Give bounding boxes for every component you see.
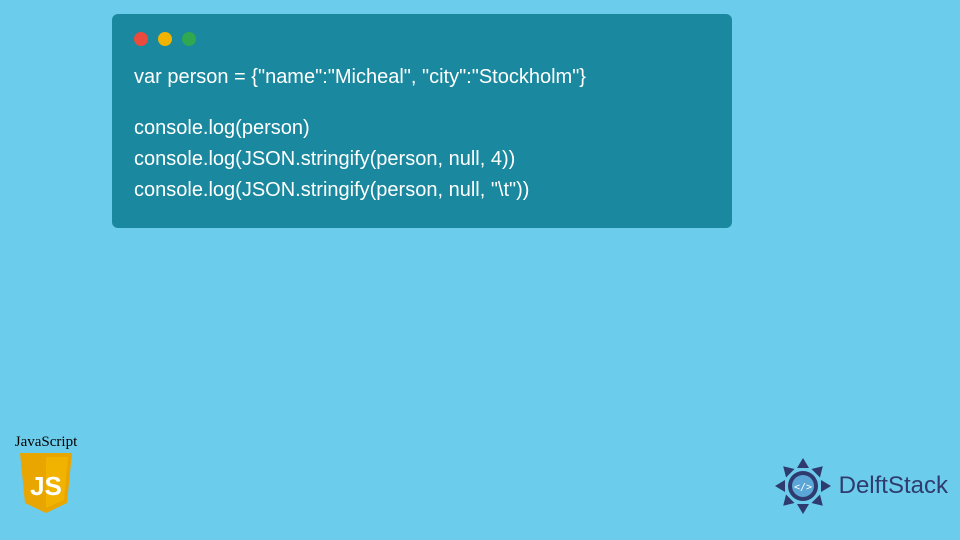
brand-name: DelftStack — [839, 472, 948, 500]
code-line: console.log(JSON.stringify(person, null,… — [134, 175, 710, 206]
window-traffic-lights — [134, 32, 710, 46]
close-icon — [134, 32, 148, 46]
javascript-badge: JavaScript JS — [6, 434, 86, 520]
minimize-icon — [158, 32, 172, 46]
delftstack-logo: </> DelftStack — [773, 456, 948, 516]
javascript-label: JavaScript — [6, 434, 86, 451]
maximize-icon — [182, 32, 196, 46]
code-line: console.log(person) — [134, 113, 710, 144]
code-line: var person = {"name":"Micheal", "city":"… — [134, 62, 710, 93]
code-block: var person = {"name":"Micheal", "city":"… — [112, 14, 732, 228]
shield-text: JS — [30, 471, 62, 501]
svg-text:</>: </> — [794, 482, 812, 493]
javascript-shield-icon: JS — [16, 451, 76, 515]
code-content: var person = {"name":"Micheal", "city":"… — [134, 62, 710, 206]
delftstack-emblem-icon: </> — [773, 456, 833, 516]
code-line: console.log(JSON.stringify(person, null,… — [134, 144, 710, 175]
